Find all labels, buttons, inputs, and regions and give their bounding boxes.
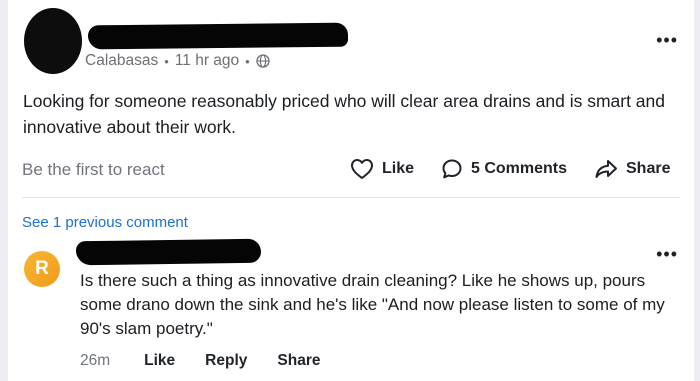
globe-icon bbox=[256, 54, 270, 68]
post-meta: Calabasas • 11 hr ago • bbox=[85, 52, 270, 70]
comments-label: 5 Comments bbox=[471, 160, 568, 177]
divider bbox=[22, 197, 680, 198]
heart-icon bbox=[350, 158, 374, 180]
comments-button[interactable]: 5 Comments bbox=[441, 158, 567, 180]
author-avatar-redacted[interactable] bbox=[24, 8, 82, 74]
like-button[interactable]: Like bbox=[350, 158, 414, 180]
post-location[interactable]: Calabasas bbox=[85, 52, 158, 70]
comment-more-options-icon[interactable]: ••• bbox=[656, 244, 678, 265]
commenter-avatar[interactable]: R bbox=[24, 251, 60, 287]
comment-share-button[interactable]: Share bbox=[277, 352, 320, 370]
react-prompt: Be the first to react bbox=[22, 160, 165, 179]
see-previous-comments-link[interactable]: See 1 previous comment bbox=[22, 214, 188, 231]
author-name-redacted bbox=[87, 22, 349, 50]
comment-reply-button[interactable]: Reply bbox=[205, 352, 247, 370]
comment-actions: 26m Like Reply Share bbox=[80, 352, 350, 370]
share-button[interactable]: Share bbox=[594, 158, 670, 180]
post-time[interactable]: 11 hr ago bbox=[175, 52, 239, 70]
share-label: Share bbox=[626, 160, 671, 177]
comment-like-button[interactable]: Like bbox=[144, 352, 175, 370]
comment-time: 26m bbox=[80, 352, 111, 369]
post-body: Looking for someone reasonably priced wh… bbox=[23, 91, 666, 137]
meta-separator: • bbox=[164, 53, 169, 69]
post-card: Calabasas • 11 hr ago • ••• Looking for … bbox=[8, 0, 694, 381]
comment-body: Is there such a thing as innovative drai… bbox=[80, 271, 665, 338]
commenter-name-redacted bbox=[75, 238, 262, 266]
share-arrow-icon bbox=[594, 158, 618, 180]
post-more-options-icon[interactable]: ••• bbox=[656, 30, 678, 51]
comment-bubble-icon bbox=[441, 158, 463, 180]
meta-separator-2: • bbox=[245, 53, 250, 69]
like-label: Like bbox=[382, 160, 415, 177]
